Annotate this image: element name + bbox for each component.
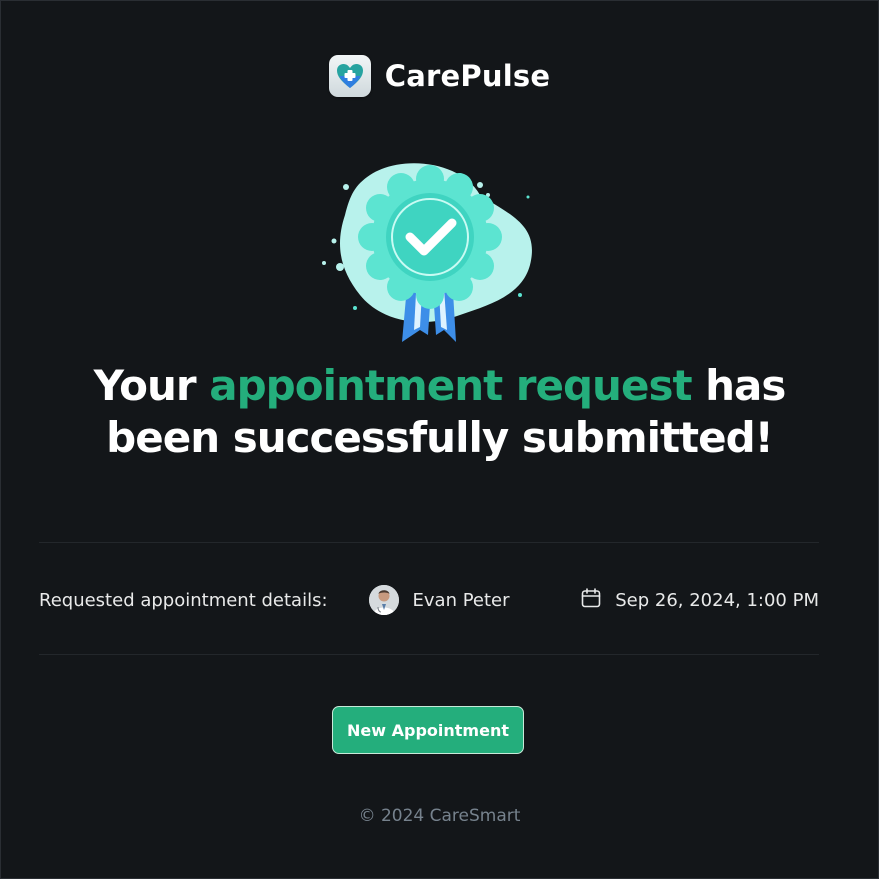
details-label: Requested appointment details: — [39, 589, 328, 611]
brand-logo[interactable]: CarePulse — [0, 55, 879, 97]
headline-line-1: Your appointment request has — [40, 360, 839, 412]
heart-logo-icon — [328, 55, 371, 97]
checkmark-badge-icon — [310, 155, 550, 355]
datetime-text: Sep 26, 2024, 1:00 PM — [615, 589, 819, 611]
new-appointment-button[interactable]: New Appointment — [332, 706, 524, 754]
headline-suffix: has — [691, 361, 786, 410]
doctor-info: Evan Peter — [368, 585, 510, 615]
calendar-icon — [579, 586, 603, 614]
copyright-text: © 2024 CareSmart — [358, 806, 521, 826]
headline-line-2: been successfully submitted! — [106, 413, 774, 462]
success-headline: Your appointment request has been succes… — [40, 360, 839, 464]
doctor-name: Evan Peter — [412, 589, 510, 611]
brand-name: CarePulse — [384, 59, 551, 93]
doctor-avatar — [368, 585, 399, 615]
divider-bottom — [39, 654, 819, 655]
headline-accent: appointment request — [209, 361, 692, 410]
appointment-details: Requested appointment details: Evan Pete… — [39, 583, 819, 617]
headline-prefix: Your — [93, 361, 210, 410]
divider-top — [39, 542, 819, 543]
appointment-datetime: Sep 26, 2024, 1:00 PM — [579, 586, 819, 614]
